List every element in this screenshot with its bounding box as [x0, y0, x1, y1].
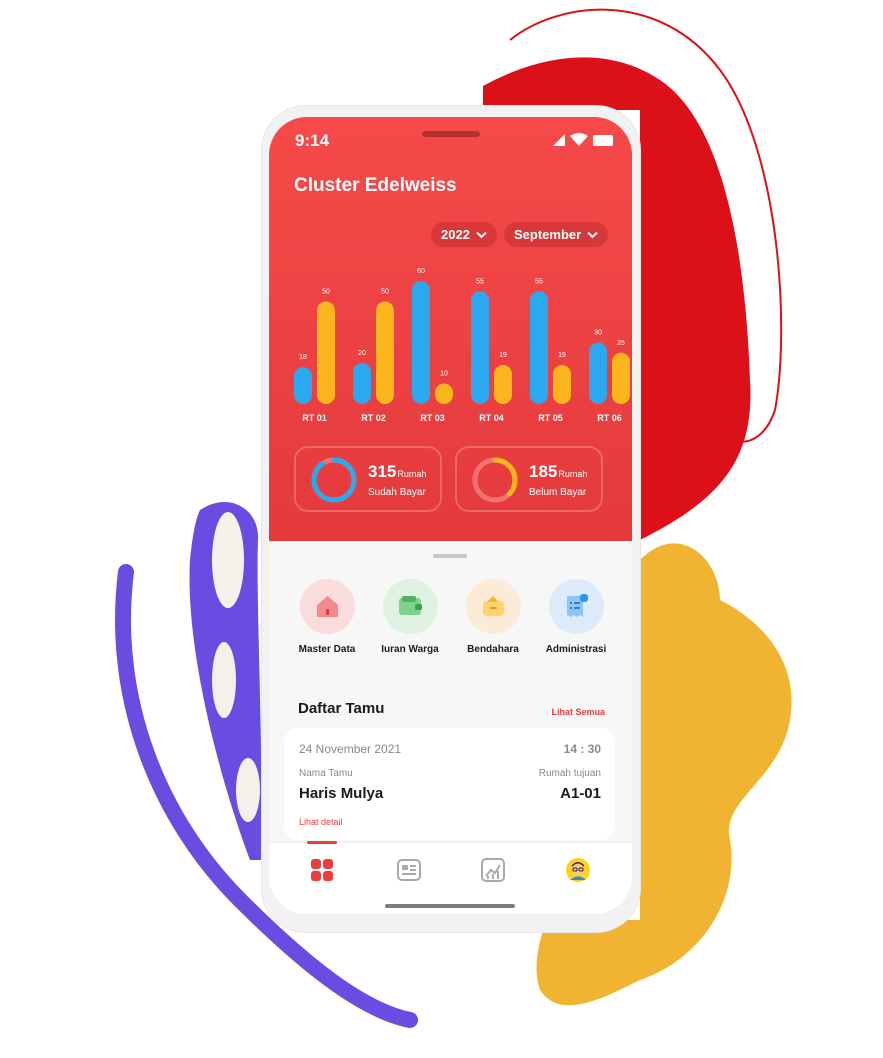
paid-label: Sudah Bayar — [368, 487, 426, 498]
year-select[interactable]: 2022 — [431, 222, 497, 247]
avatar-icon[interactable] — [565, 857, 591, 883]
wifi-icon — [570, 133, 588, 146]
guest-house-label: Rumah tujuan — [538, 768, 601, 779]
chart-data-label: 50 — [322, 289, 330, 296]
month-value: September — [514, 227, 582, 242]
menu-label: Iuran Warga — [381, 644, 439, 655]
paid-count: 315 — [368, 462, 397, 481]
guest-detail-link[interactable]: Lihat detail — [299, 817, 343, 827]
house-icon — [316, 596, 338, 617]
dashboard-header: 9:14 Cluster Edelweiss 2022 September 18… — [269, 117, 632, 541]
page-title: Cluster Edelweiss — [294, 175, 457, 196]
chart-bar — [471, 291, 489, 404]
chart-data-label: 20 — [358, 350, 366, 357]
chart-category-label: RT 03 — [420, 413, 445, 423]
status-time: 9:14 — [295, 131, 330, 150]
chevron-down-icon — [587, 231, 598, 238]
chart-bar — [612, 352, 630, 404]
menu-iuran-warga[interactable]: Iuran Warga — [368, 579, 452, 655]
chart-category-label: RT 05 — [538, 413, 563, 423]
guest-card[interactable]: 24 November 2021 14 : 30 Nama Tamu Rumah… — [284, 728, 615, 840]
chart-data-label: 19 — [558, 352, 566, 359]
chart-data-label: 10 — [440, 371, 448, 378]
chart-bar — [412, 281, 430, 404]
guest-date: 24 November 2021 — [299, 742, 402, 756]
chart-data-label: 50 — [381, 289, 389, 296]
chart-data-label: 30 — [594, 330, 602, 337]
chart-category-label: RT 04 — [479, 413, 504, 423]
guest-name-label: Nama Tamu — [299, 768, 353, 779]
signal-icon — [553, 134, 565, 146]
guest-time: 14 : 30 — [563, 742, 601, 756]
chart-bar — [553, 365, 571, 404]
summary-card-paid[interactable]: 315Rumah Sudah Bayar — [294, 446, 442, 512]
status-icons — [553, 133, 613, 146]
menu-label: Bendahara — [467, 644, 519, 655]
chart-data-label: 55 — [476, 278, 484, 285]
month-select[interactable]: September — [504, 222, 609, 247]
menu-icon-bg — [382, 579, 438, 634]
menu-icon-bg — [299, 579, 355, 634]
chart-bar — [376, 301, 394, 404]
menu-master-data[interactable]: Master Data — [285, 579, 369, 655]
chart-category-label: RT 06 — [597, 413, 622, 423]
chart-data-label: 60 — [417, 268, 425, 275]
unpaid-label: Belum Bayar — [529, 487, 587, 498]
chart-category-label: RT 02 — [361, 413, 386, 423]
unpaid-unit: Rumah — [558, 469, 588, 479]
progress-ring — [311, 457, 357, 503]
money-box-icon — [482, 596, 504, 616]
paid-unit: Rumah — [397, 469, 427, 479]
app-screen: 9:14 Cluster Edelweiss 2022 September 18… — [269, 117, 632, 914]
see-all-link[interactable]: Lihat Semua — [551, 707, 605, 717]
chart-bar — [494, 365, 512, 404]
summary-card-unpaid[interactable]: 185Rumah Belum Bayar — [455, 446, 603, 512]
menu-label: Master Data — [298, 644, 356, 655]
chart-data-label: 19 — [499, 352, 507, 359]
guest-name: Haris Mulya — [299, 785, 384, 802]
sheet-handle[interactable] — [433, 554, 467, 558]
home-indicator — [385, 904, 515, 908]
chart-bar — [589, 342, 607, 404]
menu-administrasi[interactable]: Administrasi — [534, 579, 618, 655]
chart-data-label: 18 — [299, 354, 307, 361]
active-tab-indicator — [307, 841, 337, 844]
menu-bendahara[interactable]: Bendahara — [451, 579, 535, 655]
wallet-icon — [398, 596, 422, 615]
list-icon[interactable] — [396, 857, 422, 883]
bar-chart: 18 50 RT 01 20 50 RT 02 60 10 RT 03 55 19 RT 04 55 19… — [294, 268, 630, 423]
chart-bar — [435, 383, 453, 404]
guest-list-title: Daftar Tamu — [298, 700, 385, 717]
receipt-icon — [566, 594, 588, 617]
menu-icon-bg — [465, 579, 521, 634]
unpaid-count: 185 — [529, 462, 558, 481]
menu-label: Administrasi — [545, 644, 607, 655]
chart-icon[interactable] — [480, 857, 506, 883]
progress-ring — [472, 457, 518, 503]
grid-icon[interactable] — [309, 857, 335, 883]
notch — [422, 131, 480, 137]
chart-bar — [530, 291, 548, 404]
chart-bar — [294, 367, 312, 404]
battery-icon — [593, 135, 613, 146]
chart-bar — [353, 363, 371, 404]
menu-icon-bg — [548, 579, 604, 634]
chart-category-label: RT 01 — [302, 413, 327, 423]
chart-data-label: 25 — [617, 340, 625, 347]
guest-house: A1-01 — [560, 785, 601, 802]
chart-bar — [317, 301, 335, 404]
year-value: 2022 — [441, 227, 470, 242]
chart-data-label: 55 — [535, 278, 543, 285]
chevron-down-icon — [476, 231, 487, 238]
